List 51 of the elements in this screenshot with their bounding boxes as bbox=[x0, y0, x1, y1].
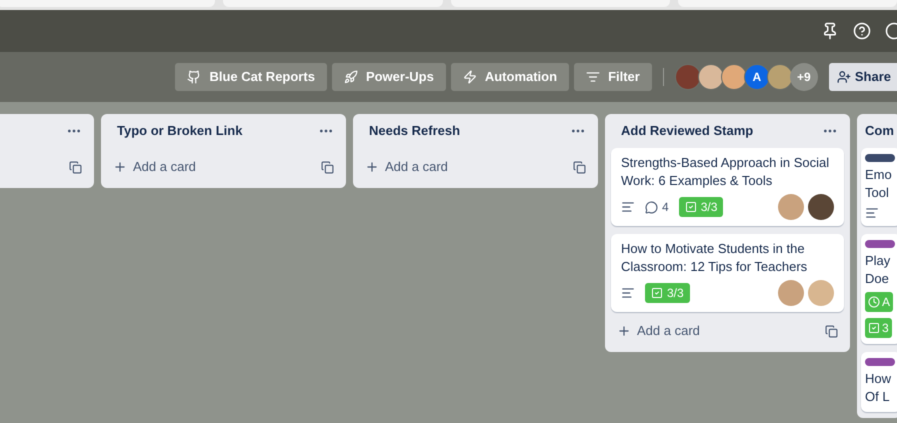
plus-icon bbox=[113, 160, 127, 174]
card-title: Classroom: 12 Tips for Teachers bbox=[621, 258, 808, 276]
plus-icon bbox=[365, 160, 379, 174]
card-title: How to Motivate Students in the bbox=[621, 240, 806, 258]
add-card-button[interactable]: Add a card bbox=[113, 157, 196, 177]
template-icon[interactable] bbox=[321, 160, 334, 174]
rocket-icon bbox=[344, 70, 358, 84]
card-title: Tool bbox=[865, 184, 890, 202]
card-title: Play bbox=[865, 252, 890, 270]
add-card-button[interactable]: Add a card bbox=[365, 157, 448, 177]
member-avatar[interactable] bbox=[808, 194, 834, 220]
comment-count: 4 bbox=[645, 198, 669, 216]
member-avatar[interactable] bbox=[674, 64, 701, 90]
help-icon[interactable] bbox=[853, 22, 871, 40]
template-icon[interactable] bbox=[825, 324, 838, 338]
description-icon bbox=[621, 286, 635, 300]
description-icon bbox=[621, 200, 635, 214]
template-icon[interactable] bbox=[573, 160, 586, 174]
board-button[interactable]: Blue Cat Reports bbox=[175, 63, 327, 91]
card-title: How bbox=[865, 370, 892, 388]
plus-icon bbox=[617, 324, 631, 338]
card-title: Work: 6 Examples & Tools bbox=[621, 172, 774, 190]
add-person-icon bbox=[836, 70, 851, 84]
due-date-badge: A bbox=[865, 292, 894, 312]
share-button[interactable]: Share bbox=[828, 63, 897, 91]
lightning-icon bbox=[462, 70, 477, 84]
description-icon bbox=[865, 206, 879, 220]
member-avatar[interactable]: A bbox=[744, 64, 770, 90]
card[interactable]: Play Doe A 3 bbox=[861, 234, 897, 344]
checklist-badge: 3/3 bbox=[678, 197, 724, 217]
list-title[interactable]: Needs Refresh bbox=[369, 121, 460, 141]
pin-icon[interactable] bbox=[821, 22, 839, 40]
card[interactable]: How Of L bbox=[861, 352, 897, 412]
list-title[interactable]: Com bbox=[865, 121, 894, 141]
card-title: Emo bbox=[865, 166, 892, 184]
card-title: Doe bbox=[865, 270, 890, 288]
board-button[interactable]: Power-Ups bbox=[332, 63, 446, 91]
card[interactable]: Strengths-Based Approach in Social Work: 6 Examples & Tools 4 3/3 bbox=[611, 148, 844, 226]
checklist-badge: 3/3 bbox=[645, 283, 690, 303]
card-title: Strengths-Based Approach in Social bbox=[621, 154, 830, 172]
add-card-button[interactable]: Add a card bbox=[617, 321, 700, 341]
card-title: Of L bbox=[865, 388, 891, 406]
board-button[interactable]: Filter bbox=[574, 63, 652, 91]
list-title[interactable]: Add Reviewed Stamp bbox=[621, 121, 754, 141]
checklist-badge: 3 bbox=[865, 318, 892, 338]
card[interactable]: Emo Tool bbox=[861, 148, 897, 226]
board-button[interactable]: Automation bbox=[450, 63, 570, 91]
list-title[interactable]: Typo or Broken Link bbox=[117, 121, 242, 141]
filter-icon bbox=[586, 70, 600, 84]
template-icon[interactable] bbox=[69, 160, 82, 174]
github-icon bbox=[187, 70, 202, 84]
